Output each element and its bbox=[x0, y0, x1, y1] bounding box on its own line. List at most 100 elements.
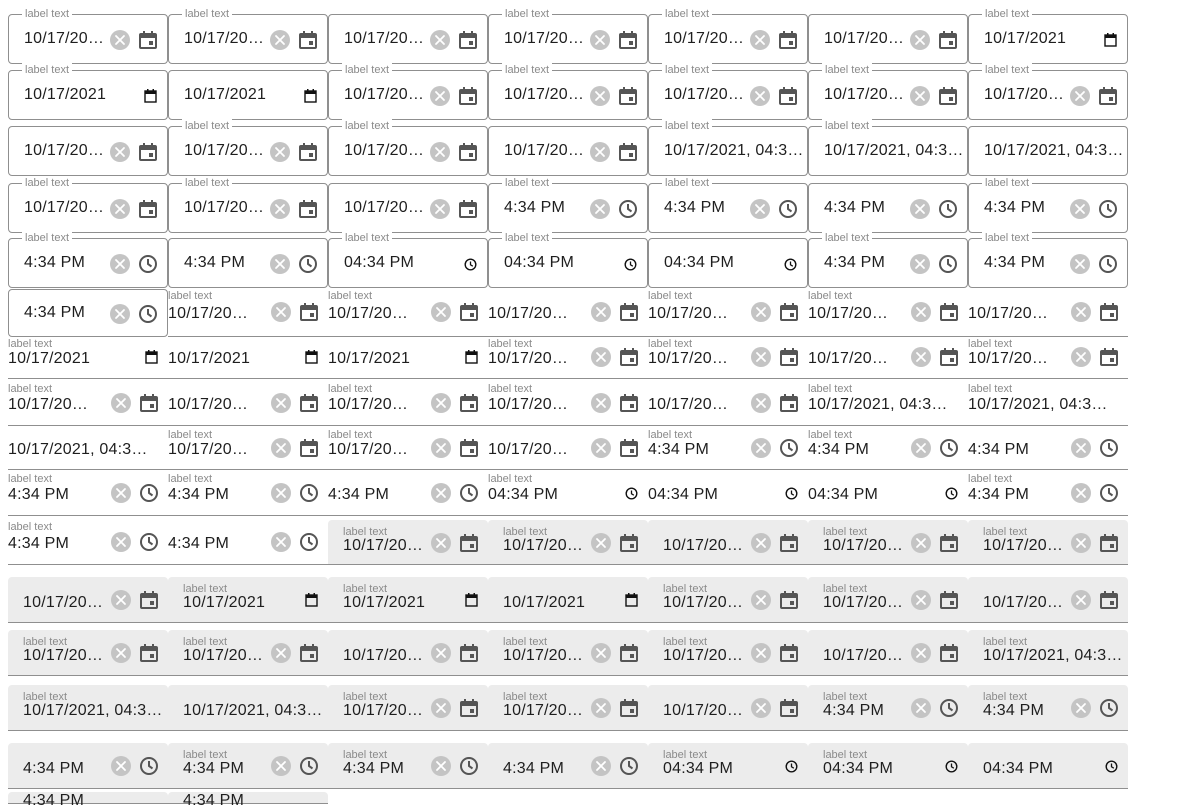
calendar-icon[interactable] bbox=[303, 89, 317, 103]
field-value[interactable]: 10/17/2021 bbox=[823, 537, 905, 555]
picker-field[interactable]: label text 10/17/2021 bbox=[648, 337, 808, 379]
field-value[interactable]: 10/17/2021 bbox=[344, 86, 426, 104]
field-value[interactable]: 10/17/2021 bbox=[488, 350, 570, 368]
clock-icon[interactable] bbox=[937, 198, 959, 220]
clock-icon[interactable] bbox=[777, 198, 799, 220]
field-value[interactable]: 10/17/2021 bbox=[8, 350, 130, 368]
clear-icon[interactable] bbox=[430, 142, 450, 162]
field-value[interactable]: 10/17/2021 bbox=[663, 647, 745, 665]
clear-icon[interactable] bbox=[751, 302, 771, 322]
clear-icon[interactable] bbox=[431, 643, 451, 663]
picker-field[interactable]: label text 10/17/2021 bbox=[968, 337, 1128, 379]
calendar-icon[interactable] bbox=[298, 437, 320, 459]
picker-field[interactable]: label text 4:34 PM bbox=[8, 520, 168, 565]
clear-icon[interactable] bbox=[591, 302, 611, 322]
calendar-icon[interactable] bbox=[143, 89, 157, 103]
calendar-icon[interactable] bbox=[457, 198, 479, 220]
calendar-icon[interactable] bbox=[777, 85, 799, 107]
calendar-icon[interactable] bbox=[617, 141, 639, 163]
picker-field[interactable]: 4:34 PM bbox=[968, 428, 1128, 470]
clock-icon[interactable] bbox=[138, 755, 160, 777]
picker-field[interactable]: label text 10/17/2021 bbox=[648, 630, 808, 676]
picker-field[interactable]: label text 4:34 PM bbox=[168, 472, 328, 516]
field-value[interactable]: 4:34 PM bbox=[823, 702, 905, 720]
field-value[interactable]: 10/17/2021 bbox=[503, 594, 625, 612]
picker-field[interactable]: label text 10/17/2021 bbox=[808, 289, 968, 337]
picker-field[interactable]: label text 10/17/2021 bbox=[168, 630, 328, 676]
field-value[interactable]: 10/17/2021 bbox=[983, 537, 1065, 555]
picker-field[interactable]: label text 04:34 PM bbox=[808, 743, 968, 789]
field-value[interactable]: 4:34 PM bbox=[343, 760, 425, 778]
clear-icon[interactable] bbox=[751, 643, 771, 663]
field-value[interactable]: 10/17/2021 bbox=[648, 350, 730, 368]
field-value[interactable]: 10/17/2021 bbox=[184, 142, 266, 160]
clear-icon[interactable] bbox=[910, 254, 930, 274]
clock-icon[interactable] bbox=[624, 486, 638, 500]
field-value[interactable]: 10/17/2021 bbox=[663, 594, 745, 612]
calendar-icon[interactable] bbox=[618, 346, 640, 368]
picker-field[interactable]: 4:34 PM bbox=[328, 472, 488, 516]
clear-icon[interactable] bbox=[1071, 347, 1091, 367]
field-value[interactable]: 10/17/2021 bbox=[328, 441, 410, 459]
field-value[interactable]: 10/17/2021 bbox=[343, 537, 425, 555]
clear-icon[interactable] bbox=[591, 643, 611, 663]
clear-icon[interactable] bbox=[111, 643, 131, 663]
field-value[interactable]: 10/17/2021 bbox=[184, 30, 266, 48]
clear-icon[interactable] bbox=[110, 199, 130, 219]
calendar-icon[interactable] bbox=[778, 392, 800, 414]
calendar-icon[interactable] bbox=[1097, 85, 1119, 107]
picker-field[interactable]: label text 10/17/2021 bbox=[488, 337, 648, 379]
clear-icon[interactable] bbox=[911, 302, 931, 322]
clear-icon[interactable] bbox=[271, 438, 291, 458]
picker-field[interactable]: label text10/17/2021, 04:34 PM bbox=[968, 382, 1128, 426]
clock-icon[interactable] bbox=[1098, 697, 1120, 719]
clear-icon[interactable] bbox=[751, 393, 771, 413]
picker-field[interactable]: 10/17/2021 bbox=[328, 183, 488, 233]
field-value[interactable]: 10/17/2021 bbox=[503, 702, 585, 720]
clear-icon[interactable] bbox=[911, 643, 931, 663]
picker-field[interactable]: label text 10/17/2021 bbox=[968, 7, 1128, 64]
clear-icon[interactable] bbox=[111, 532, 131, 552]
field-value[interactable]: 10/17/2021 bbox=[504, 30, 586, 48]
clear-icon[interactable] bbox=[1070, 254, 1090, 274]
field-value[interactable]: 4:34 PM bbox=[984, 199, 1066, 217]
field-value[interactable]: 10/17/2021 bbox=[24, 199, 106, 217]
clear-icon[interactable] bbox=[271, 532, 291, 552]
picker-field[interactable]: label text 4:34 PM bbox=[488, 176, 648, 233]
clear-icon[interactable] bbox=[1071, 533, 1091, 553]
clear-icon[interactable] bbox=[590, 199, 610, 219]
field-value[interactable]: 10/17/2021 bbox=[983, 594, 1065, 612]
clock-icon[interactable] bbox=[298, 482, 320, 504]
calendar-icon[interactable] bbox=[458, 532, 480, 554]
picker-field[interactable]: label text 10/17/2021 bbox=[648, 7, 808, 64]
clear-icon[interactable] bbox=[751, 347, 771, 367]
clear-icon[interactable] bbox=[271, 483, 291, 503]
field-value[interactable]: 4:34 PM bbox=[168, 486, 250, 504]
clear-icon[interactable] bbox=[111, 756, 131, 776]
clear-icon[interactable] bbox=[591, 698, 611, 718]
clock-icon[interactable] bbox=[623, 257, 637, 271]
calendar-icon[interactable] bbox=[937, 29, 959, 51]
calendar-icon[interactable] bbox=[137, 29, 159, 51]
clock-icon[interactable] bbox=[138, 531, 160, 553]
clock-icon[interactable] bbox=[463, 257, 477, 271]
field-value[interactable]: 10/17/2021, 04:34 PM bbox=[8, 441, 150, 459]
field-value[interactable]: 10/17/2021 bbox=[648, 396, 730, 414]
calendar-icon[interactable] bbox=[464, 593, 478, 607]
calendar-icon[interactable] bbox=[778, 697, 800, 719]
field-value[interactable]: 10/17/2021 bbox=[344, 142, 426, 160]
calendar-icon[interactable] bbox=[304, 593, 318, 607]
picker-field[interactable]: 10/17/2021 bbox=[648, 520, 808, 565]
clock-icon[interactable] bbox=[1098, 437, 1120, 459]
picker-field[interactable]: label text 10/17/2021 bbox=[8, 176, 168, 233]
clear-icon[interactable] bbox=[590, 30, 610, 50]
clock-icon[interactable] bbox=[778, 437, 800, 459]
picker-field[interactable]: label text 10/17/2021 bbox=[648, 63, 808, 120]
picker-field[interactable]: 4:34 PM bbox=[168, 238, 328, 288]
clock-icon[interactable] bbox=[783, 257, 797, 271]
clock-icon[interactable] bbox=[618, 755, 640, 777]
field-value[interactable]: 10/17/2021 bbox=[24, 30, 106, 48]
picker-field[interactable]: 10/17/2021 bbox=[328, 337, 488, 379]
clear-icon[interactable] bbox=[110, 30, 130, 50]
picker-field[interactable]: label text 4:34 PM bbox=[968, 176, 1128, 233]
